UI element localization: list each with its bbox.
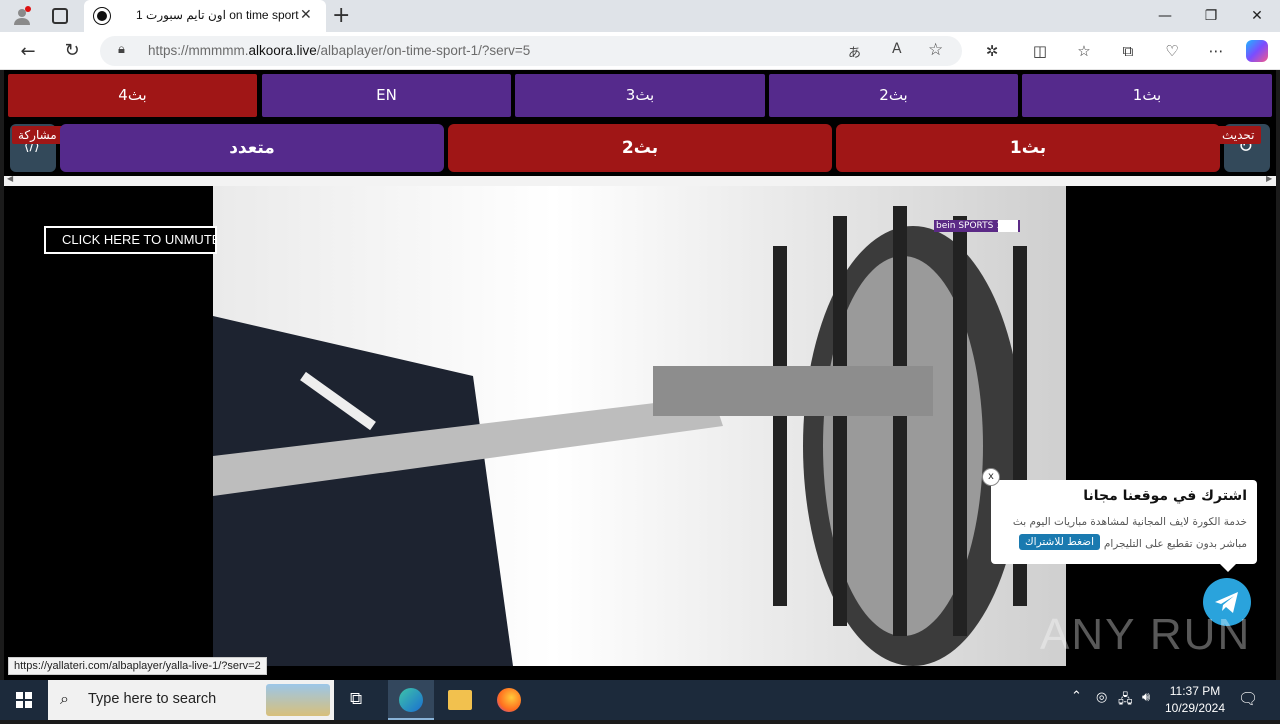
read-aloud-icon[interactable]: A (892, 41, 902, 57)
more-menu-icon[interactable]: ⋯ (1206, 41, 1226, 61)
taskbar-clock[interactable]: 11:37 PM 10/29/2024 (1158, 683, 1232, 717)
server-button-4[interactable]: بث4 (8, 74, 257, 117)
popup-line-2: مباشر بدون تقطيع على التليجرام (1103, 538, 1247, 550)
browser-tab-bar: اون تايم سبورت 1 on time sport ✕ + — ❐ ✕ (0, 0, 1280, 32)
tray-chevron-icon[interactable]: ⌃ (1071, 689, 1082, 704)
watermark-text: ANY RUN (1040, 610, 1252, 659)
tab-title: اون تايم سبورت 1 on time sport (136, 8, 299, 22)
minimize-icon[interactable]: — (1142, 0, 1188, 32)
file-explorer-icon[interactable] (448, 690, 472, 710)
active-tab[interactable]: اون تايم سبورت 1 on time sport ✕ (84, 0, 326, 32)
status-url: https://yallateri.com/albaplayer/yalla-l… (8, 657, 267, 675)
address-bar[interactable]: 🔒︎ https://mmmmm.alkoora.live/albaplayer… (100, 36, 962, 66)
web-page: بث4 EN بث3 بث2 بث1 ⟨/⟩ مشاركة متعدد بث2 … (4, 70, 1276, 682)
taskbar-search[interactable]: ⌕ Type here to search (48, 680, 334, 720)
back-icon[interactable]: ← (18, 42, 38, 62)
subscribe-popup: اشترك في موقعنا مجانا خدمة الكورة لايف ا… (991, 480, 1257, 564)
channel-logo-text: bein SPORTS 1 (936, 221, 1002, 231)
address-toolbar: ← ↻ 🔒︎ https://mmmmm.alkoora.live/albapl… (0, 32, 1280, 70)
edge-taskbar-icon[interactable] (388, 680, 434, 720)
window-close-icon[interactable]: ✕ (1234, 0, 1280, 32)
start-button[interactable] (0, 680, 48, 720)
search-icon: ⌕ (60, 689, 69, 708)
popup-title: اشترك في موقعنا مجانا (1083, 488, 1247, 504)
tab-actions-icon[interactable] (52, 8, 68, 24)
firefox-icon[interactable] (497, 688, 521, 712)
task-view-icon[interactable]: ⧉ (350, 689, 362, 709)
profile-icon[interactable] (12, 6, 32, 26)
split-screen-icon[interactable]: ◫ (1030, 41, 1050, 61)
server-button-2[interactable]: بث2 (769, 74, 1018, 117)
windows-icon (16, 692, 32, 708)
url-text: https://mmmmm.alkoora.live/albaplayer/on… (148, 43, 531, 58)
subscribe-button[interactable]: اضغط للاشتراك (1019, 534, 1100, 550)
clock-date: 10/29/2024 (1164, 701, 1226, 715)
network-icon[interactable]: 🖧︎ (1118, 690, 1133, 712)
server-button-3[interactable]: بث3 (515, 74, 765, 117)
share-label: مشاركة (12, 126, 63, 144)
copilot-icon[interactable] (1246, 40, 1268, 62)
video-player[interactable]: bein SPORTS 1 (213, 186, 1066, 666)
restore-icon[interactable]: ❐ (1188, 0, 1234, 32)
search-placeholder: Type here to search (88, 691, 217, 707)
notifications-icon[interactable]: 🗨︎ (1238, 689, 1258, 708)
server-button-1[interactable]: بث1 (1022, 74, 1272, 117)
stream-2-button[interactable]: بث2 (448, 124, 832, 172)
favorites-icon[interactable]: ☆ (1074, 41, 1094, 61)
popup-line-1: خدمة الكورة لايف المجانية لمشاهدة مباريا… (1012, 516, 1247, 528)
unmute-button[interactable]: CLICK HERE TO UNMUTE (44, 226, 217, 254)
favorite-star-icon[interactable]: ☆ (928, 40, 943, 60)
volume-icon[interactable]: 🔊︎ (1142, 690, 1150, 705)
popup-pointer (1220, 564, 1236, 572)
clock-time: 11:37 PM (1169, 684, 1221, 698)
lock-icon[interactable]: 🔒︎ (118, 42, 125, 57)
translate-icon[interactable]: あ (848, 42, 861, 61)
scroll-left-icon[interactable]: ◀ (7, 174, 13, 183)
popup-close-icon[interactable]: x (982, 468, 1000, 486)
server-button-en[interactable]: EN (262, 74, 511, 117)
video-frame (213, 186, 1066, 666)
tray-app-icon[interactable]: ◎ (1096, 690, 1107, 705)
soccer-ball-icon (93, 7, 111, 25)
refresh-label: تحديث (1216, 126, 1261, 144)
tab-close-icon[interactable]: ✕ (300, 7, 312, 23)
performance-icon[interactable]: ♡ (1162, 41, 1182, 61)
new-tab-icon[interactable]: + (332, 3, 350, 28)
multi-button[interactable]: متعدد (60, 124, 444, 172)
taskbar: ⌕ Type here to search ⧉ ⌃ ◎ 🖧︎ 🔊︎ 11:37 … (0, 680, 1280, 720)
collections-icon[interactable]: ⧉ (1118, 41, 1138, 61)
channel-logo: bein SPORTS 1 (932, 208, 1022, 234)
anyrun-watermark: ANY RUN (1040, 610, 1251, 660)
extensions-icon[interactable]: ✲ (982, 41, 1002, 61)
scroll-right-icon[interactable]: ▶ (1266, 174, 1272, 183)
refresh-icon[interactable]: ↻ (62, 41, 82, 61)
search-highlight-icon (266, 684, 330, 716)
stream-1-button[interactable]: بث1 (836, 124, 1220, 172)
horizontal-scrollbar[interactable]: ◀ ▶ (4, 174, 1276, 186)
